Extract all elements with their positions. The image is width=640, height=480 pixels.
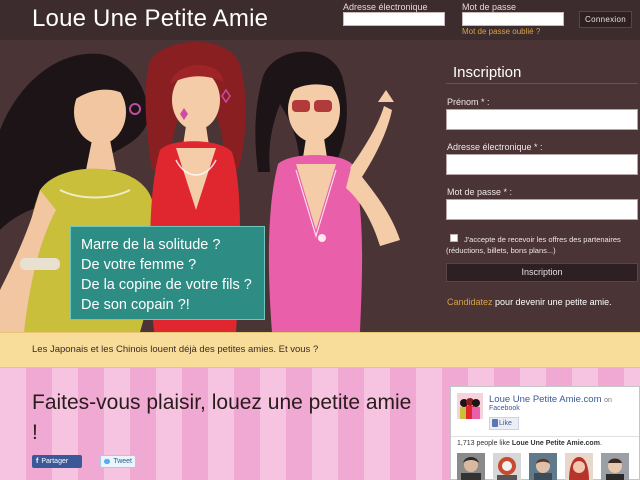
- content-section: Faites-vous plaisir, louez une petite am…: [0, 368, 640, 480]
- candidate-line: Candidatez pour devenir une petite amie.: [447, 297, 612, 307]
- fb-like-button[interactable]: Like: [489, 417, 519, 430]
- top-bar: Loue Une Petite Amie Adresse électroniqu…: [0, 0, 640, 40]
- partner-offers-label: J'accepte de recevoir les offres des par…: [446, 235, 621, 255]
- login-password-input[interactable]: [462, 12, 564, 26]
- first-name-label: Prénom * :: [447, 97, 490, 107]
- signup-divider: [446, 83, 638, 84]
- hero-line-1: Marre de la solitude ?: [81, 237, 221, 253]
- fan-avatar[interactable]: [457, 453, 485, 480]
- facebook-share-label: Partager: [41, 458, 69, 465]
- fb-count-page[interactable]: Loue Une Petite Amie.com: [512, 440, 600, 447]
- login-email-input[interactable]: [343, 12, 445, 26]
- candidate-suffix: pour devenir une petite amie.: [492, 297, 612, 307]
- page-thumbnail[interactable]: [457, 393, 483, 419]
- fan-avatar[interactable]: [493, 453, 521, 480]
- main-headline: Faites-vous plaisir, louez une petite am…: [32, 391, 412, 444]
- signup-title: Inscription: [453, 64, 522, 81]
- fb-on-word: on: [604, 397, 612, 404]
- hero-message-box: Marre de la solitude ? De votre femme ? …: [70, 226, 265, 320]
- fb-divider: [451, 436, 639, 437]
- signup-button[interactable]: Inscription: [446, 263, 638, 282]
- hero-section: Marre de la solitude ? De votre femme ? …: [0, 40, 640, 332]
- fb-like-label: Like: [499, 420, 512, 427]
- email-label: Adresse électronique: [343, 2, 428, 12]
- twitter-icon: [104, 459, 110, 464]
- facebook-share-button[interactable]: f Partager: [32, 455, 82, 468]
- site-title[interactable]: Loue Une Petite Amie: [32, 5, 268, 33]
- thumbs-up-icon: [492, 419, 498, 427]
- signup-email-label: Adresse électronique * :: [447, 142, 543, 152]
- signup-password-label: Mot de passe * :: [447, 187, 513, 197]
- twitter-share-button[interactable]: Tweet: [100, 455, 136, 468]
- hero-line-4: De son copain ?!: [81, 297, 190, 313]
- tagline-strip: Les Japonais et les Chinois louent déjà …: [0, 332, 640, 368]
- signup-password-input[interactable]: [446, 199, 638, 220]
- candidate-link[interactable]: Candidatez: [447, 297, 493, 307]
- fb-platform-link[interactable]: Facebook: [489, 405, 520, 412]
- password-label: Mot de passe: [462, 2, 517, 12]
- hero-line-2: De votre femme ?: [81, 257, 197, 273]
- signup-email-input[interactable]: [446, 154, 638, 175]
- fb-fan-faces: [457, 453, 637, 480]
- fb-page-name[interactable]: Loue Une Petite Amie.com: [489, 394, 601, 405]
- facebook-icon: f: [36, 458, 39, 465]
- tagline-text: Les Japonais et les Chinois louent déjà …: [32, 344, 319, 355]
- facebook-like-box: Loue Une Petite Amie.com on Facebook Lik…: [450, 386, 640, 480]
- hero-line-3: De la copine de votre fils ?: [81, 277, 252, 293]
- twitter-share-label: Tweet: [113, 458, 132, 465]
- first-name-input[interactable]: [446, 109, 638, 130]
- fb-count-suffix: .: [599, 440, 602, 447]
- login-button[interactable]: Connexion: [579, 11, 632, 28]
- fb-like-count: 1,713 people like Loue Une Petite Amie.c…: [457, 440, 602, 447]
- forgot-password-link[interactable]: Mot de passe oublié ?: [462, 27, 540, 36]
- fb-count-prefix: 1,713 people like: [457, 440, 512, 447]
- fan-avatar[interactable]: [565, 453, 593, 480]
- fan-avatar[interactable]: [529, 453, 557, 480]
- fb-page-name-line: Loue Une Petite Amie.com on: [489, 394, 612, 405]
- fan-avatar[interactable]: [601, 453, 629, 480]
